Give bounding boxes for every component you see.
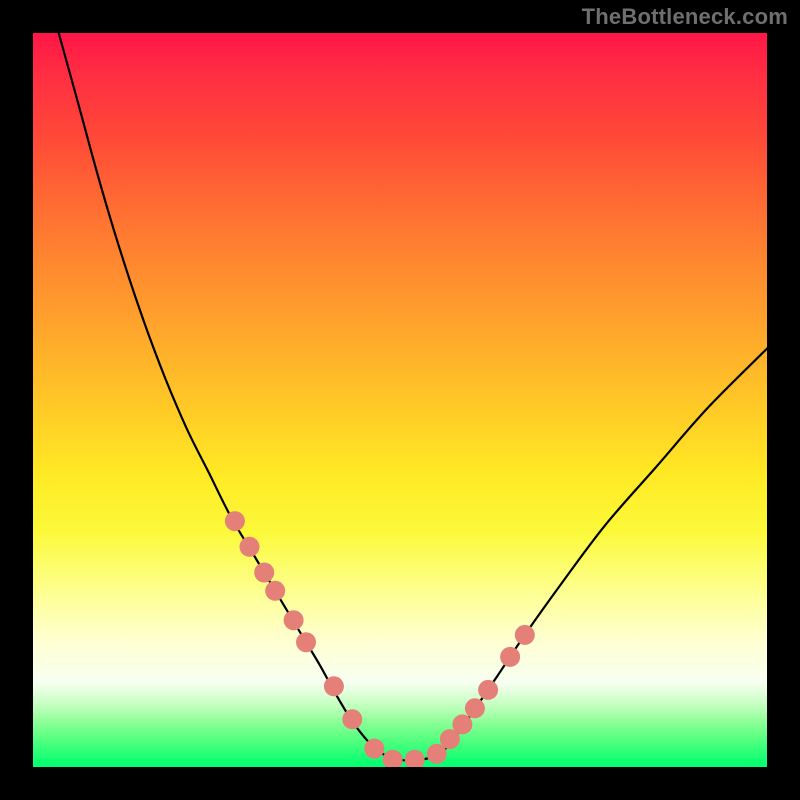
- highlight-dot: [500, 647, 520, 667]
- highlight-dot: [296, 632, 316, 652]
- highlight-dot: [342, 709, 362, 729]
- highlight-dot: [405, 750, 425, 767]
- highlight-dot: [515, 625, 535, 645]
- highlight-dot: [265, 581, 285, 601]
- bottleneck-curve: [59, 33, 767, 761]
- chart-svg: [33, 33, 767, 767]
- highlight-dot: [478, 680, 498, 700]
- highlight-dot: [465, 698, 485, 718]
- highlight-dot: [324, 676, 344, 696]
- highlight-dot: [240, 537, 260, 557]
- chart-frame: TheBottleneck.com: [0, 0, 800, 800]
- highlight-dot: [452, 714, 472, 734]
- highlight-dot: [364, 739, 384, 759]
- watermark-text: TheBottleneck.com: [582, 4, 788, 30]
- highlight-dots: [225, 511, 535, 767]
- highlight-dot: [225, 511, 245, 531]
- highlight-dot: [284, 610, 304, 630]
- highlight-dot: [254, 563, 274, 583]
- plot-area: [33, 33, 767, 767]
- highlight-dot: [383, 750, 403, 767]
